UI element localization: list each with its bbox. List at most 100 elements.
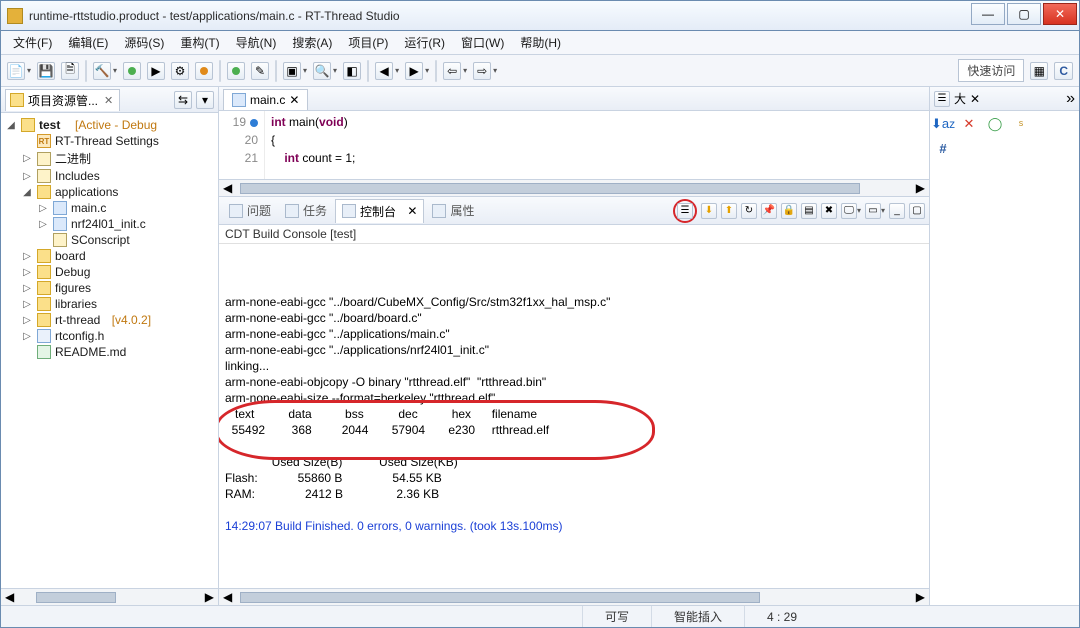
display-icon[interactable]: 🖵 xyxy=(841,203,857,219)
menu-edit[interactable]: 编辑(E) xyxy=(62,32,114,53)
tree-board[interactable]: ▷board xyxy=(3,248,216,264)
filter-icon[interactable]: ✕ xyxy=(960,115,978,133)
flash-icon[interactable] xyxy=(227,62,245,80)
code-editor[interactable]: 192021 int main(void){ int count = 1; xyxy=(219,111,929,179)
tree-readme[interactable]: README.md xyxy=(3,344,216,360)
link-icon[interactable]: ˢ xyxy=(1012,115,1030,133)
dropdown-icon[interactable]: ▾ xyxy=(113,66,117,75)
perspective-c[interactable]: C xyxy=(1054,62,1073,80)
dropdown-icon[interactable]: ▾ xyxy=(881,206,885,215)
expand-icon[interactable]: ◢ xyxy=(21,186,33,198)
tree-rtconfig[interactable]: ▷rtconfig.h xyxy=(3,328,216,344)
breakpoint-icon[interactable] xyxy=(250,119,258,127)
expand-icon[interactable]: ▷ xyxy=(21,298,33,310)
dropdown-icon[interactable]: ▾ xyxy=(857,206,861,215)
remove-icon[interactable]: ✖ xyxy=(821,203,837,219)
menu-search[interactable]: 搜索(A) xyxy=(286,32,338,53)
close-tab-icon[interactable]: ✕ xyxy=(970,92,980,106)
editor-tab-main[interactable]: main.c ✕ xyxy=(223,89,308,110)
debug-icon[interactable] xyxy=(123,62,141,80)
view-menu-icon[interactable]: ▾ xyxy=(196,91,214,109)
tree-main-c[interactable]: ▷main.c xyxy=(3,200,216,216)
tree-applications[interactable]: ◢applications xyxy=(3,184,216,200)
sort-icon[interactable]: ⬇az xyxy=(934,115,952,133)
scroll-thumb[interactable] xyxy=(240,183,860,194)
tab-console[interactable]: 控制台 ✕ xyxy=(335,199,424,223)
save-all-icon[interactable]: 🗎 xyxy=(61,62,79,80)
menu-refactor[interactable]: 重构(T) xyxy=(174,32,225,53)
clear-icon[interactable]: ▤ xyxy=(801,203,817,219)
tab-properties[interactable]: 属性 xyxy=(426,199,480,222)
dropdown-icon[interactable]: ▾ xyxy=(395,66,399,75)
erase-icon[interactable]: ✎ xyxy=(251,62,269,80)
editor-hscrollbar[interactable]: ◀▶ xyxy=(219,179,929,196)
hash-icon[interactable]: # xyxy=(934,139,952,157)
scroll-lock-icon[interactable]: ☰ xyxy=(677,203,693,219)
tree-hscrollbar[interactable]: ◀▶ xyxy=(1,588,218,605)
maximize-view-icon[interactable]: ▢ xyxy=(909,203,925,219)
toggle-icon[interactable]: ◧ xyxy=(343,62,361,80)
lock-icon[interactable]: 🔒 xyxy=(781,203,797,219)
dropdown-icon[interactable]: ▾ xyxy=(425,66,429,75)
console-hscrollbar[interactable]: ◀▶ xyxy=(219,588,929,605)
dropdown-icon[interactable]: ▾ xyxy=(463,66,467,75)
pin-icon[interactable]: 📌 xyxy=(761,203,777,219)
tree-project-root[interactable]: ◢test [Active - Debug xyxy=(3,117,216,133)
refresh-icon[interactable]: ↻ xyxy=(741,203,757,219)
bug-icon[interactable] xyxy=(195,62,213,80)
new-icon[interactable]: 📄 xyxy=(7,62,25,80)
minimize-button[interactable]: — xyxy=(971,3,1005,25)
forward-icon[interactable]: ▶ xyxy=(405,62,423,80)
tree-debug[interactable]: ▷Debug xyxy=(3,264,216,280)
more-icon[interactable]: » xyxy=(1066,90,1075,108)
perspective-open-icon[interactable]: ▦ xyxy=(1030,62,1048,80)
menu-file[interactable]: 文件(F) xyxy=(7,32,58,53)
back-icon[interactable]: ◀ xyxy=(375,62,393,80)
tab-problems[interactable]: 问题 xyxy=(223,199,277,222)
menu-window[interactable]: 窗口(W) xyxy=(455,32,510,53)
menu-run[interactable]: 运行(R) xyxy=(398,32,451,53)
expand-icon[interactable]: ▷ xyxy=(21,282,33,294)
collapse-all-icon[interactable]: ⇆ xyxy=(174,91,192,109)
expand-icon[interactable]: ▷ xyxy=(37,218,49,230)
hide-icon[interactable]: ◯ xyxy=(986,115,1004,133)
close-button[interactable]: ✕ xyxy=(1043,3,1077,25)
build-icon[interactable]: 🔨 xyxy=(93,62,111,80)
expand-icon[interactable]: ▷ xyxy=(21,330,33,342)
tree-includes[interactable]: ▷Includes xyxy=(3,168,216,184)
run-icon[interactable]: ▶ xyxy=(147,62,165,80)
menu-project[interactable]: 项目(P) xyxy=(342,32,394,53)
tab-tasks[interactable]: 任务 xyxy=(279,199,333,222)
search-icon[interactable]: 🔍 xyxy=(313,62,331,80)
back-nav-icon[interactable]: ⇦ xyxy=(443,62,461,80)
expand-icon[interactable]: ▷ xyxy=(21,250,33,262)
menu-source[interactable]: 源码(S) xyxy=(118,32,170,53)
expand-icon[interactable]: ▷ xyxy=(21,170,33,182)
expand-icon[interactable]: ◢ xyxy=(5,119,17,131)
maximize-button[interactable]: ▢ xyxy=(1007,3,1041,25)
code-content[interactable]: int main(void){ int count = 1; xyxy=(265,111,929,179)
open-console-icon[interactable]: ▭ xyxy=(865,203,881,219)
close-tab-icon[interactable]: ✕ xyxy=(289,93,299,107)
scroll-thumb[interactable] xyxy=(240,592,760,603)
next-error-icon[interactable]: ⬇ xyxy=(701,203,717,219)
forward-nav-icon[interactable]: ⇨ xyxy=(473,62,491,80)
minimize-view-icon[interactable]: _ xyxy=(889,203,905,219)
tree-nrf-c[interactable]: ▷nrf24l01_init.c xyxy=(3,216,216,232)
tree-sconscript[interactable]: SConscript xyxy=(3,232,216,248)
dropdown-icon[interactable]: ▾ xyxy=(493,66,497,75)
prev-error-icon[interactable]: ⬆ xyxy=(721,203,737,219)
tree-figures[interactable]: ▷figures xyxy=(3,280,216,296)
expand-icon[interactable]: ▷ xyxy=(21,314,33,326)
menu-navigate[interactable]: 导航(N) xyxy=(230,32,283,53)
gear-icon[interactable]: ⚙ xyxy=(171,62,189,80)
project-tree[interactable]: ◢test [Active - Debug RTRT-Thread Settin… xyxy=(1,113,218,588)
terminal-icon[interactable]: ▣ xyxy=(283,62,301,80)
tree-rtthread[interactable]: ▷rt-thread [v4.0.2] xyxy=(3,312,216,328)
expand-icon[interactable]: ▷ xyxy=(21,266,33,278)
tree-rt-settings[interactable]: RTRT-Thread Settings xyxy=(3,133,216,149)
tree-binaries[interactable]: ▷二进制 xyxy=(3,149,216,168)
quick-access[interactable]: 快速访问 xyxy=(958,59,1024,82)
dropdown-icon[interactable]: ▾ xyxy=(27,66,31,75)
dropdown-icon[interactable]: ▾ xyxy=(303,66,307,75)
